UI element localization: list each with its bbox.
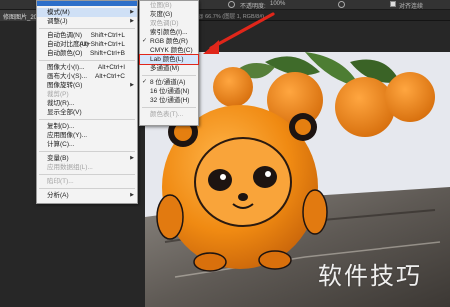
mode-submenu-item: 位图(B): [140, 1, 198, 10]
menu-item-label: 灰度(G): [150, 11, 173, 18]
image-menu-item[interactable]: 分析(A) ▶: [37, 191, 137, 200]
menu-item-label: CMYK 颜色(C): [150, 47, 193, 54]
menu-item-label: 位图(B): [150, 2, 172, 9]
checkmark-icon: ✓: [142, 38, 148, 44]
menu-separator: [39, 28, 135, 29]
mode-submenu-item[interactable]: 16 位/通道(N): [140, 87, 198, 96]
menu-item-shortcut: Alt+Ctrl+I: [97, 64, 125, 71]
menu-item-label: 图像旋转(G): [47, 82, 83, 89]
menu-item-label: 裁切(R)...: [47, 100, 75, 107]
menu-separator: [39, 174, 135, 175]
menu-separator: [39, 188, 135, 189]
opacity-value[interactable]: 100%: [270, 1, 285, 7]
image-menu-item[interactable]: 图像旋转(G) ▶: [37, 81, 137, 90]
mode-submenu-item[interactable]: 索引颜色(I)...: [140, 28, 198, 37]
menu-item-label: 复制(D)...: [47, 123, 75, 130]
mode-item-lab-color[interactable]: Lab 颜色(L): [139, 54, 199, 65]
menu-item-label: 16 位/通道(N): [150, 88, 190, 95]
menu-item-label: 陷印(T)...: [47, 178, 74, 185]
submenu-arrow-icon: ▶: [130, 18, 134, 24]
menu-separator: [39, 60, 135, 61]
menu-item-label: 自动色调(N): [47, 32, 83, 39]
image-menu-item: 裁剪(P): [37, 90, 137, 99]
image-menu-item[interactable]: 画布大小(S)... Alt+Ctrl+C: [37, 72, 137, 81]
menu-item-label: 计算(C)...: [47, 141, 75, 148]
menu-item-label: Lab 颜色(L): [150, 56, 184, 63]
image-menu-item[interactable]: 变量(B) ▶: [37, 154, 137, 163]
opacity-label: 不透明度:: [240, 4, 266, 10]
menu-item-label: 索引颜色(I)...: [150, 29, 188, 36]
menu-item-label: RGB 颜色(R): [150, 38, 188, 45]
menu-item-shortcut: Shift+Ctrl+L: [90, 32, 125, 39]
submenu-arrow-icon: ▶: [130, 192, 134, 198]
menu-item-label: 双色调(D): [150, 20, 179, 27]
image-menu-item[interactable]: 图像大小(I)... Alt+Ctrl+I: [37, 63, 137, 72]
menu-item-label: 32 位/通道(H): [150, 97, 190, 104]
menu-item-label: 图像大小(I)...: [47, 64, 85, 71]
submenu-arrow-icon: ▶: [130, 155, 134, 161]
menu-item-label: 模式(M): [47, 9, 70, 16]
image-menu-item[interactable]: 调整(J) ▶: [37, 17, 137, 26]
mode-radio-icon[interactable]: [228, 1, 235, 8]
menu-title-highlight: [37, 1, 137, 6]
checkmark-icon: ✓: [142, 79, 148, 85]
image-menu-item[interactable]: 自动颜色(O) Shift+Ctrl+B: [37, 49, 137, 58]
contiguous-label: 对齐连续: [399, 4, 424, 10]
menu-separator: [142, 75, 196, 76]
contiguous-checkbox[interactable]: [390, 1, 396, 7]
menu-item-label: 显示全部(V): [47, 109, 82, 116]
mode-submenu-item: 双色调(D): [140, 19, 198, 28]
image-menu: 模式(M) ▶ 调整(J) ▶ 自动色调(N) Shift+Ctrl+L 自动对比度(U) A…: [36, 0, 138, 204]
mode-submenu-item[interactable]: 32 位/通道(H): [140, 96, 198, 105]
image-menu-item[interactable]: 显示全部(V): [37, 108, 137, 117]
menu-item-label: 颜色表(T)...: [150, 111, 184, 118]
image-menu-item[interactable]: 自动对比度(U) Alt+Shift+Ctrl+L: [37, 40, 137, 49]
menu-separator: [142, 107, 196, 108]
image-menu-item[interactable]: 复制(D)...: [37, 122, 137, 131]
submenu-arrow-icon: ▶: [130, 9, 134, 15]
image-menu-item[interactable]: 计算(C)...: [37, 140, 137, 149]
submenu-arrow-icon: ▶: [130, 82, 134, 88]
menu-item-label: 8 位/通道(A): [150, 79, 186, 86]
flow-radio-icon[interactable]: [338, 1, 345, 8]
mode-submenu-item[interactable]: ✓ RGB 颜色(R): [140, 37, 198, 46]
menu-item-label: 画布大小(S)...: [47, 73, 88, 80]
menu-item-label: 分析(A): [47, 192, 69, 199]
watermark-text: 软件技巧: [318, 262, 422, 290]
menu-item-shortcut: Alt+Ctrl+C: [95, 73, 125, 80]
mode-submenu: 位图(B) 灰度(G) 双色调(D) 索引颜色(I)... ✓ RGB 颜色(R) CMYK…: [139, 0, 199, 126]
document-tab[interactable]: 修图图片_2022: [0, 10, 38, 21]
image-menu-item[interactable]: 裁切(R)...: [37, 99, 137, 108]
image-menu-item[interactable]: 模式(M) ▶: [37, 8, 137, 17]
mode-submenu-item[interactable]: ✓ 8 位/通道(A): [140, 78, 198, 87]
mode-submenu-item: 颜色表(T)...: [140, 110, 198, 119]
menu-item-shortcut: Alt+Shift+Ctrl+L: [79, 41, 125, 48]
document-info: @ 66.7% (图层 1, RGB/8#): [198, 14, 265, 20]
menu-item-label: 应用图像(Y)...: [47, 132, 88, 139]
menu-item-label: 多通道(M): [150, 65, 180, 72]
mode-submenu-item[interactable]: 灰度(G): [140, 10, 198, 19]
image-menu-item[interactable]: 应用图像(Y)...: [37, 131, 137, 140]
menu-item-label: 变量(B): [47, 155, 69, 162]
mode-submenu-item[interactable]: CMYK 颜色(C): [140, 46, 198, 55]
menu-item-label: 调整(J): [47, 18, 68, 25]
image-menu-item: 应用数据组(L)...: [37, 163, 137, 172]
menu-item-label: 自动颜色(O): [47, 50, 83, 57]
menu-item-label: 裁剪(P): [47, 91, 69, 98]
menu-separator: [39, 151, 135, 152]
menu-separator: [39, 119, 135, 120]
image-menu-item: 陷印(T)...: [37, 177, 137, 186]
image-menu-item[interactable]: 自动色调(N) Shift+Ctrl+L: [37, 31, 137, 40]
menu-item-shortcut: Shift+Ctrl+B: [89, 50, 125, 57]
menu-item-label: 应用数据组(L)...: [47, 164, 93, 171]
mode-submenu-item[interactable]: 多通道(M): [140, 64, 198, 73]
